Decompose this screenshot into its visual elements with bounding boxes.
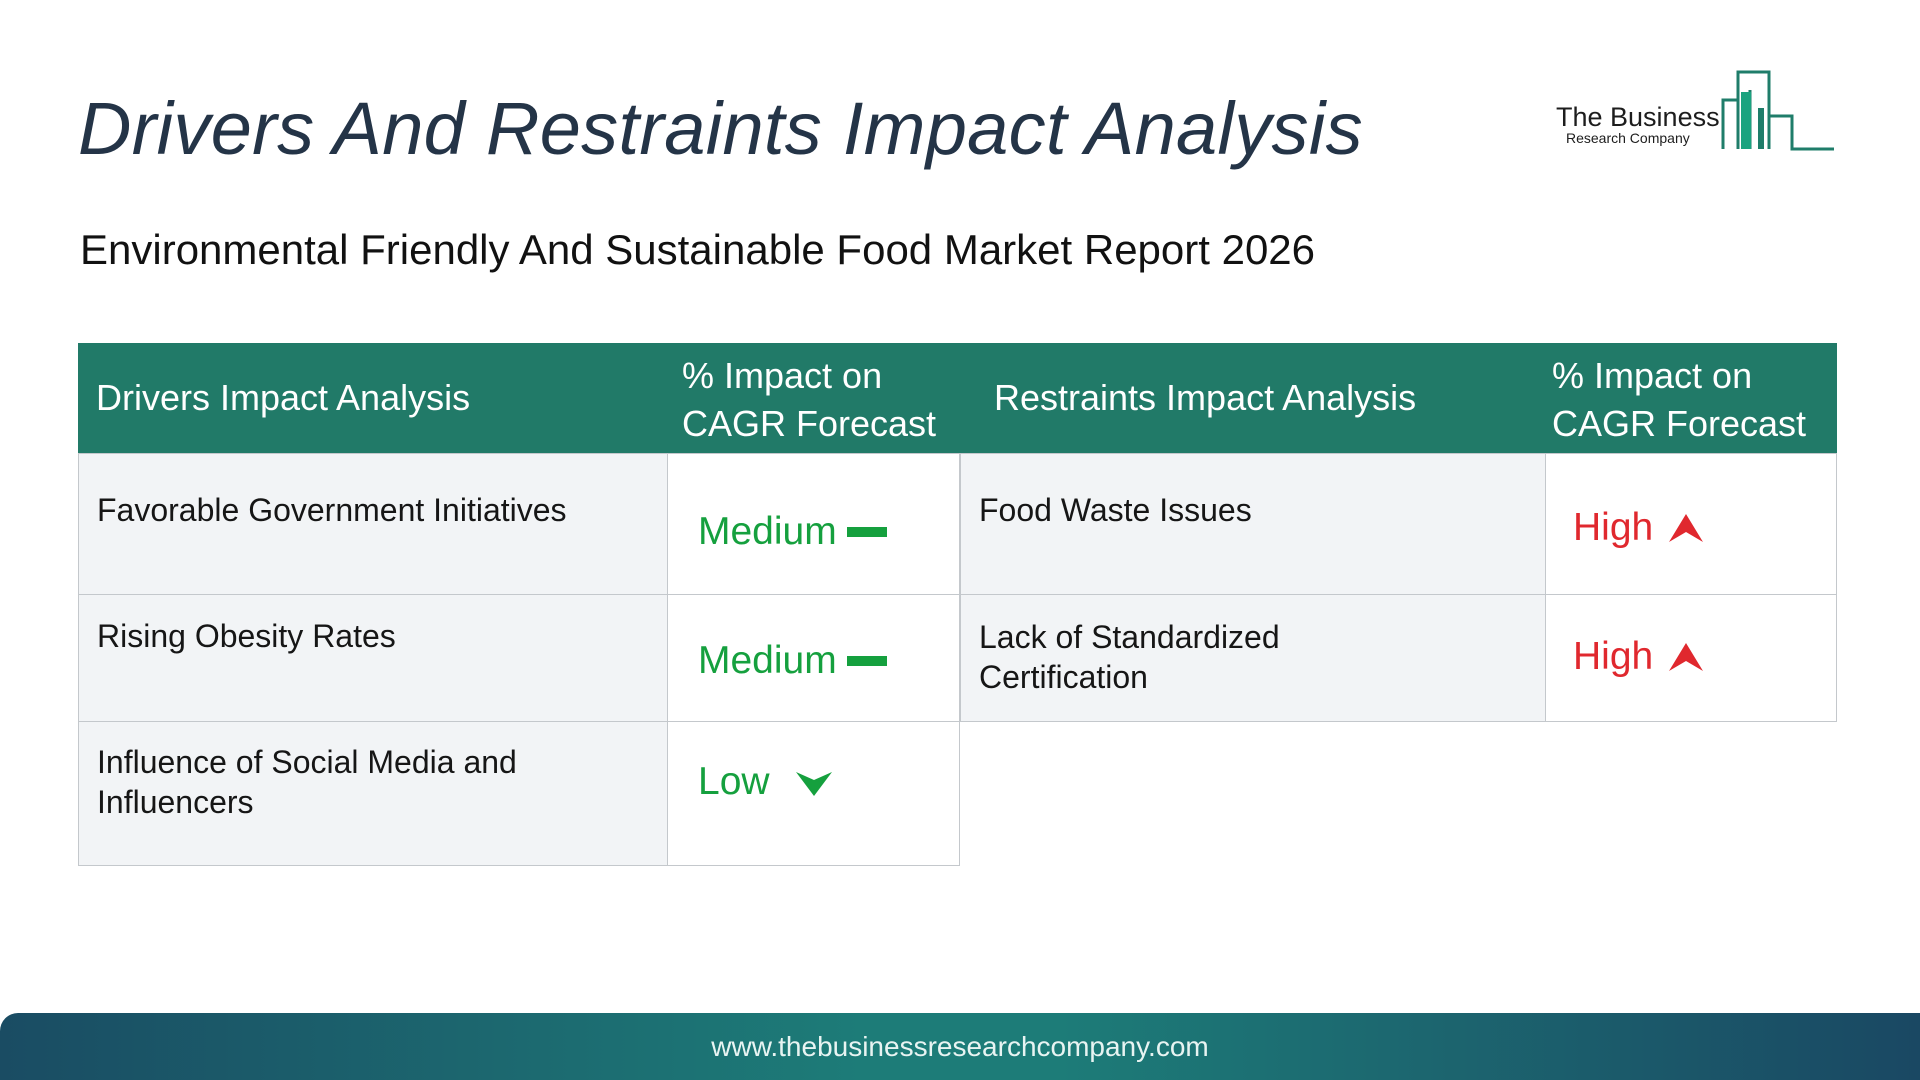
impact-value: Low [698, 760, 832, 804]
page-title: Drivers And Restraints Impact Analysis [78, 87, 1363, 170]
website-link[interactable]: www.thebusinessresearchcompany.com [0, 1031, 1920, 1063]
impact-level: High [1573, 506, 1654, 549]
company-logo: The Business Research Company [1554, 68, 1836, 156]
impact-level: Low [698, 760, 770, 803]
table-row: Favorable Government Initiatives [78, 453, 668, 595]
column-header-restraints: Restraints Impact Analysis [994, 377, 1417, 418]
column-header-drivers: Drivers Impact Analysis [96, 377, 471, 418]
table-row: Food Waste Issues [960, 453, 1546, 595]
arrow-up-icon [1669, 643, 1704, 671]
impact-level: Medium [698, 510, 837, 553]
arrow-up-icon [1669, 514, 1704, 542]
impact-value: High [1573, 635, 1704, 679]
logo-text-secondary: Research Company [1566, 130, 1690, 146]
impact-cell: Medium [667, 453, 960, 595]
impact-cell: Low [667, 721, 960, 866]
driver-label: Rising Obesity Rates [97, 618, 396, 654]
impact-value: Medium [698, 510, 887, 554]
restraint-label: Food Waste Issues [979, 492, 1252, 528]
impact-value: High [1573, 506, 1704, 550]
arrow-down-icon [795, 772, 832, 796]
table-row: Lack of Standardized Certification [960, 594, 1546, 722]
driver-label: Favorable Government Initiatives [97, 492, 567, 528]
column-header-restraint-impact: % Impact on CAGR Forecast [1552, 355, 1807, 444]
report-subtitle: Environmental Friendly And Sustainable F… [80, 226, 1316, 273]
logo-text-primary: The Business [1556, 102, 1720, 132]
restraint-label: Lack of Standardized Certification [979, 619, 1280, 695]
table-row: Influence of Social Media and Influencer… [78, 721, 668, 866]
dash-icon [846, 527, 887, 537]
dash-icon [846, 656, 887, 666]
impact-level: High [1573, 635, 1654, 678]
impact-cell: Medium [667, 594, 960, 722]
driver-label: Influence of Social Media and Influencer… [97, 744, 517, 820]
impact-value: Medium [698, 639, 887, 683]
impact-level: Medium [698, 639, 837, 682]
table-row: Rising Obesity Rates [78, 594, 668, 722]
column-header-driver-impact: % Impact on CAGR Forecast [682, 355, 937, 444]
impact-cell: High [1545, 453, 1837, 595]
impact-cell: High [1545, 594, 1837, 722]
